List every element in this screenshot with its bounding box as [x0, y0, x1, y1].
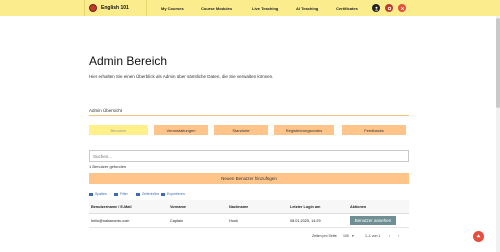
table-header: Benutzername / E-Mail Vorname Nachname L… — [89, 200, 409, 214]
pagination-range: 1–1 von 1 — [365, 234, 381, 238]
top-navigation-bar — [0, 0, 500, 16]
column-header-actions: Aktionen — [350, 205, 367, 209]
add-user-button[interactable]: Neuen Benutzer hinzufügen — [89, 173, 409, 184]
columns-label: Spalten — [95, 192, 107, 196]
filter-icon — [114, 192, 118, 196]
results-count: 1 Benutzer gefunden — [89, 164, 127, 169]
column-header-last-login[interactable]: Letzter Login am — [290, 205, 320, 209]
overview-divider — [89, 115, 409, 116]
settings-icon[interactable] — [385, 4, 393, 12]
brand-name: English 101 — [101, 5, 129, 11]
brand[interactable]: English 101 — [84, 0, 147, 16]
search-input[interactable] — [89, 150, 409, 162]
column-header-email[interactable]: Benutzername / E-Mail — [91, 205, 132, 209]
page-subtitle: Hier erhalten Sie einen Überblick als Ad… — [89, 74, 274, 79]
nav-live-teaching[interactable]: Live Teaching — [252, 6, 278, 11]
next-page-icon[interactable]: › — [398, 234, 399, 238]
export-label: Exportieren — [167, 192, 185, 196]
view-user-button[interactable]: Benutzer ansehen — [350, 216, 396, 225]
help-fab-button[interactable] — [473, 231, 484, 242]
cell-email: hello@nakanomic.com — [91, 219, 130, 223]
overview-label: Admin Übersicht — [89, 108, 123, 113]
tab-standorte[interactable]: Standorte — [214, 125, 268, 135]
column-header-firstname[interactable]: Vorname — [170, 205, 186, 209]
cell-last-login: 08.01.2025, 14:29 — [290, 219, 321, 223]
export-icon — [161, 192, 165, 196]
brand-logo-icon — [89, 4, 97, 12]
columns-icon — [89, 192, 93, 196]
filter-button[interactable]: Filter — [114, 192, 128, 196]
logout-icon[interactable] — [398, 4, 406, 12]
arrow-up-icon — [476, 234, 481, 238]
density-label: Zeilenhöhe — [142, 192, 160, 196]
profile-icon[interactable] — [372, 4, 380, 12]
page-title: Admin Bereich — [89, 54, 168, 68]
table-row[interactable]: hello@nakanomic.com Captain Hook 08.01.2… — [89, 214, 409, 228]
columns-button[interactable]: Spalten — [89, 192, 107, 196]
nav-certificates[interactable]: Certificates — [336, 6, 358, 11]
nav-ai-teaching[interactable]: AI Teaching — [296, 6, 318, 11]
density-icon — [136, 192, 140, 196]
tab-veranstaltungen[interactable]: Veranstaltungen — [154, 125, 208, 135]
tab-benutzer[interactable]: Benutzer — [89, 125, 148, 135]
cell-firstname: Captain — [170, 219, 184, 223]
filter-label: Filter — [120, 192, 128, 196]
column-header-lastname[interactable]: Nachname — [229, 205, 248, 209]
page-scrollbar-thumb[interactable] — [496, 18, 500, 108]
tab-feedbacks[interactable]: Feedbacks — [342, 125, 406, 135]
nav-course-modules[interactable]: Course Modules — [201, 6, 232, 11]
cell-lastname: Hook — [229, 219, 238, 223]
tab-registrierungscodes[interactable]: Registrierungscodes — [274, 125, 334, 135]
rows-per-page-select[interactable]: 100 — [343, 234, 349, 238]
rows-per-page-label: Zeilen pro Seite: — [312, 234, 338, 238]
chevron-down-icon[interactable]: ▾ — [352, 234, 354, 238]
density-button[interactable]: Zeilenhöhe — [136, 192, 159, 196]
export-button[interactable]: Exportieren — [161, 192, 185, 196]
previous-page-icon[interactable]: ‹ — [389, 234, 390, 238]
nav-my-courses[interactable]: My Courses — [161, 6, 184, 11]
